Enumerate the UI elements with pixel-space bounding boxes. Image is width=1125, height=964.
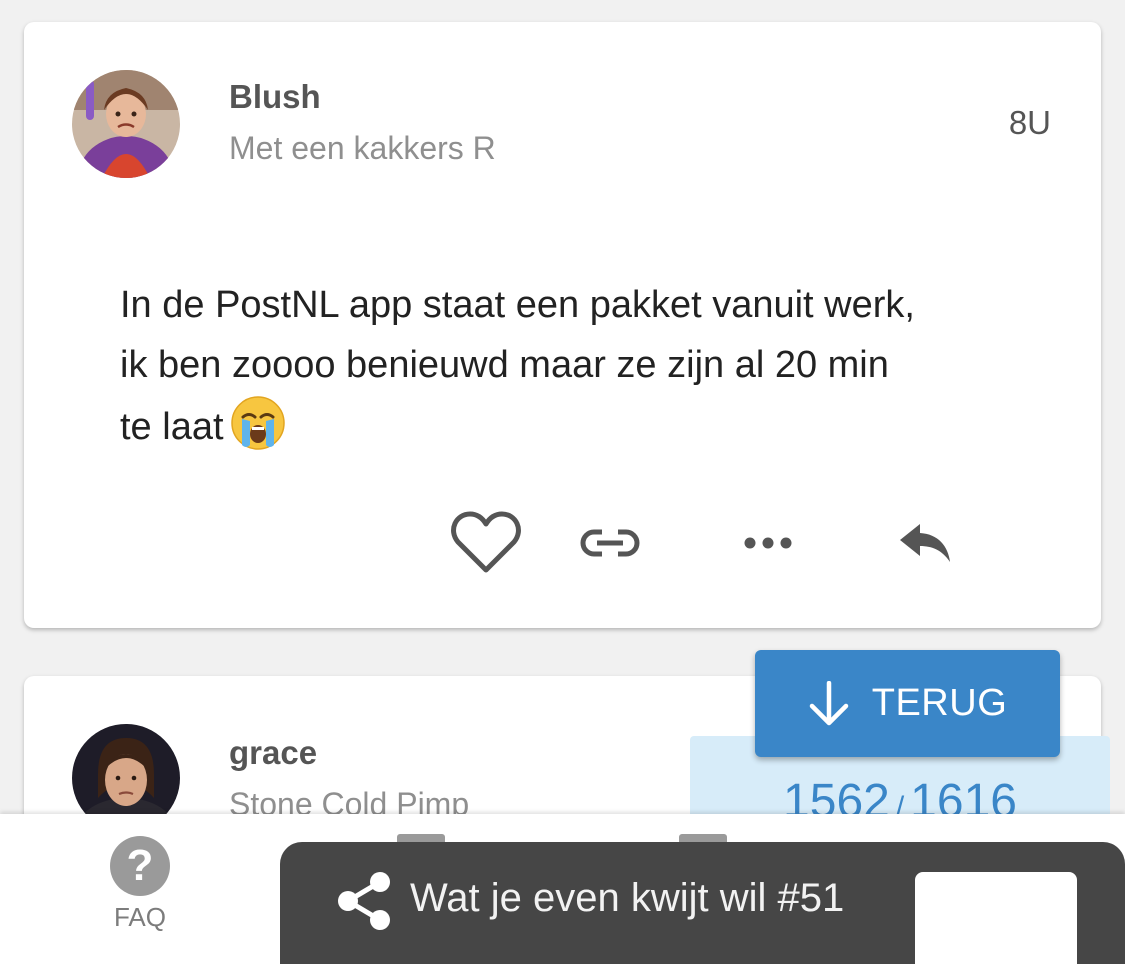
- copy-link-button[interactable]: [572, 508, 648, 578]
- question-icon: ?: [110, 836, 170, 896]
- username[interactable]: Blush: [229, 78, 321, 116]
- avatar-image: [72, 70, 180, 178]
- username[interactable]: grace: [229, 734, 317, 772]
- back-to-position-button[interactable]: TERUG: [755, 650, 1060, 757]
- user-title: Met een kakkers R: [229, 130, 496, 166]
- reply-icon: [900, 524, 950, 562]
- post-body-line: In de PostNL app staat een pakket vanuit…: [120, 284, 915, 326]
- more-icon: [744, 537, 792, 549]
- share-icon[interactable]: [335, 870, 393, 937]
- post-body: In de PostNL app staat een pakket vanuit…: [120, 275, 1020, 469]
- topic-view: Blush Met een kakkers R 8U In de PostNL …: [0, 0, 1125, 964]
- post-body-line: te laat: [120, 395, 1020, 469]
- arrow-down-icon: [809, 680, 848, 725]
- heart-icon: [451, 511, 521, 573]
- share-toast: Wat je even kwijt wil #51: [280, 842, 1125, 964]
- back-button-label: TERUG: [871, 682, 1008, 724]
- avatar[interactable]: [72, 70, 180, 178]
- faq-label: FAQ: [113, 902, 166, 932]
- toast-topic-title: Wat je even kwijt wil #51: [410, 876, 845, 920]
- crying-face-icon: [230, 395, 286, 469]
- post-time[interactable]: 8U: [1009, 104, 1051, 142]
- link-icon: [580, 527, 640, 559]
- more-button[interactable]: [730, 508, 806, 578]
- faq-button[interactable]: ? FAQ: [100, 836, 180, 933]
- reply-button[interactable]: [888, 508, 964, 578]
- like-button[interactable]: [448, 508, 524, 578]
- post-body-text: te laat: [120, 406, 224, 448]
- toast-action-button[interactable]: [915, 872, 1077, 964]
- post-card: Blush Met een kakkers R 8U In de PostNL …: [24, 22, 1101, 628]
- post-body-line: ik ben zoooo benieuwd maar ze zijn al 20…: [120, 344, 889, 386]
